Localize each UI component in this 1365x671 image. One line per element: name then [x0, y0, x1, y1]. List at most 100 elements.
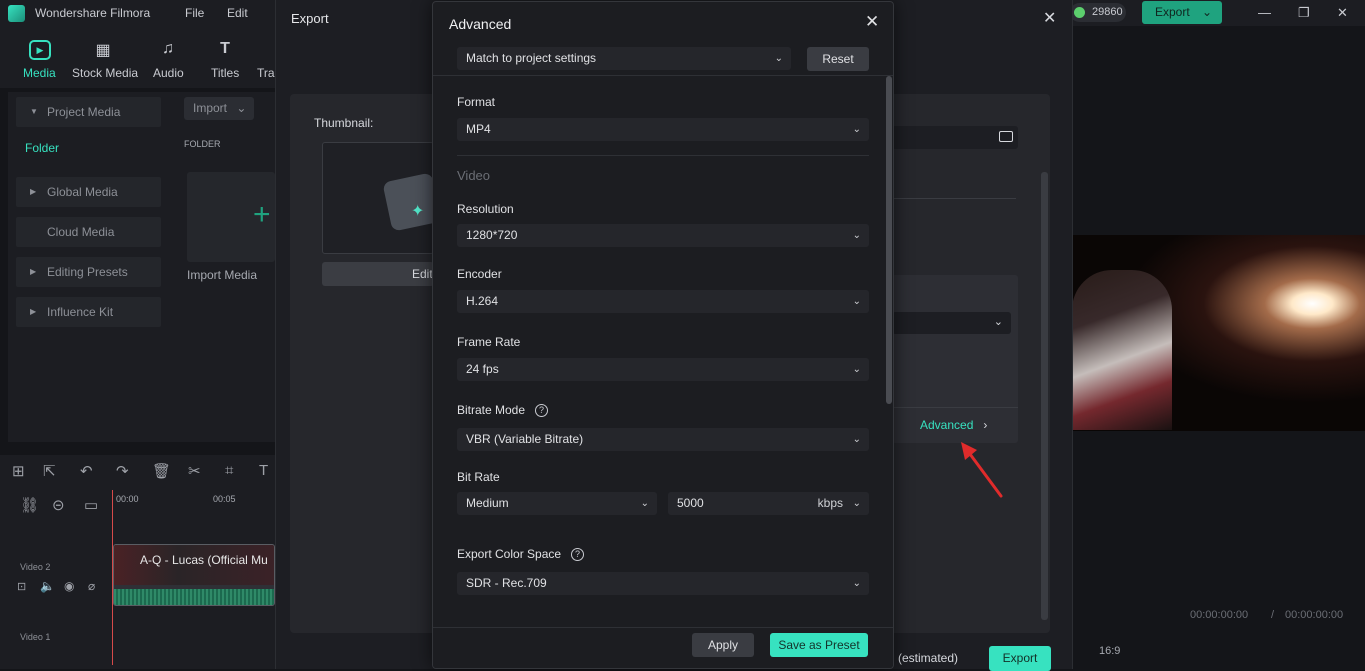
- chevron-down-icon: ⌄: [852, 434, 861, 445]
- encoder-select[interactable]: H.264 ⌄: [457, 290, 869, 313]
- advanced-link[interactable]: Advanced ›: [920, 418, 987, 432]
- divider: [433, 75, 893, 76]
- red-arrow-annotation: [961, 442, 1003, 498]
- select-tool-icon[interactable]: ⇱: [43, 462, 56, 480]
- chevron-down-icon: ⌄: [852, 124, 861, 135]
- delete-icon[interactable]: 🗑: [152, 462, 171, 480]
- encoder-label: Encoder: [457, 267, 502, 281]
- app-title: Wondershare Filmora: [35, 6, 151, 20]
- save-as-preset-button[interactable]: Save as Preset: [770, 633, 868, 657]
- import-button[interactable]: Import ⌄: [184, 97, 254, 120]
- restore-icon[interactable]: ❐: [1298, 5, 1310, 21]
- thumbnail-edit-button[interactable]: Edit: [322, 262, 434, 286]
- sidebar-item-editing-presets[interactable]: ▶ Editing Presets: [16, 257, 161, 287]
- help-icon[interactable]: ?: [535, 404, 549, 418]
- track-audio-icon[interactable]: 🔈: [40, 579, 55, 593]
- thumbnail-label: Thumbnail:: [314, 116, 374, 130]
- redo-icon[interactable]: ↷: [116, 462, 129, 480]
- credits-icon: [1074, 7, 1085, 18]
- crop-icon[interactable]: ⌗: [225, 462, 233, 479]
- top-export-button[interactable]: Export ⌄: [1142, 1, 1222, 24]
- tab-media[interactable]: Media: [23, 66, 56, 80]
- export-button[interactable]: Export: [989, 646, 1051, 671]
- caret-right-icon: ▶: [30, 267, 37, 276]
- track-label-video-2: Video 2: [20, 562, 51, 572]
- bit-rate-level-select[interactable]: Medium ⌄: [457, 492, 657, 515]
- folder-header: FOLDER: [184, 139, 221, 149]
- tab-transitions[interactable]: Tra: [257, 66, 275, 80]
- track-visibility-icon[interactable]: ◉: [64, 579, 74, 593]
- reset-button[interactable]: Reset: [807, 47, 869, 71]
- preset-select[interactable]: Match to project settings ⌄: [457, 47, 791, 70]
- export-close-icon[interactable]: ✕: [1043, 8, 1056, 28]
- cut-icon[interactable]: ✂: [188, 462, 201, 480]
- track-mute-icon[interactable]: ⌀: [88, 579, 95, 593]
- chevron-down-icon: ⌄: [852, 578, 861, 589]
- import-media-label: Import Media: [187, 268, 258, 282]
- minimize-icon[interactable]: —: [1258, 5, 1271, 20]
- format-select[interactable]: MP4 ⌄: [457, 118, 869, 141]
- bit-rate-value-input[interactable]: 5000 kbps ⌄: [668, 492, 869, 515]
- chevron-down-icon: ⌄: [774, 53, 783, 64]
- media-icon: ▶: [29, 40, 51, 60]
- menu-file[interactable]: File: [185, 6, 204, 20]
- filmora-logo-icon: [8, 5, 25, 22]
- preview-figure: [1072, 270, 1172, 430]
- sidebar-item-global-media[interactable]: ▶ Global Media: [16, 177, 161, 207]
- undo-icon[interactable]: ↶: [80, 462, 93, 480]
- bit-rate-label: Bit Rate: [457, 470, 500, 484]
- tab-titles[interactable]: Titles: [211, 66, 239, 80]
- thumbnail-placeholder-icon: [382, 172, 433, 232]
- aspect-ratio-select[interactable]: 16:9: [1099, 645, 1120, 657]
- tab-stock-media[interactable]: Stock Media: [72, 66, 138, 80]
- advanced-scrollbar[interactable]: [886, 76, 892, 404]
- marker-icon[interactable]: ▭: [84, 496, 98, 514]
- audio-waveform: [114, 589, 274, 605]
- caret-down-icon: ▼: [30, 107, 38, 116]
- text-tool-icon[interactable]: T: [259, 462, 268, 479]
- menu-edit[interactable]: Edit: [227, 6, 248, 20]
- sidebar-item-cloud-media[interactable]: Cloud Media: [16, 217, 161, 247]
- unlink-icon[interactable]: ⛓: [20, 496, 39, 514]
- sidebar-item-project-media[interactable]: ▼ Project Media: [16, 97, 161, 127]
- sidebar-item-influence-kit[interactable]: ▶ Influence Kit: [16, 297, 161, 327]
- tab-audio[interactable]: Audio: [153, 66, 184, 80]
- chevron-down-icon: ⌄: [236, 101, 247, 115]
- chevron-down-icon: ⌄: [852, 296, 861, 307]
- bit-rate-unit: kbps: [817, 496, 843, 510]
- save-path-field[interactable]: [892, 126, 1018, 149]
- caret-right-icon: ▶: [30, 307, 37, 316]
- sidebar-item-folder[interactable]: Folder: [16, 137, 161, 160]
- link-icon[interactable]: ⊝: [52, 496, 65, 514]
- export-dialog-title: Export: [291, 11, 329, 26]
- timeline-clip[interactable]: A-Q - Lucas (Official Mu: [113, 544, 275, 606]
- total-time: 00:00:00:00: [1285, 609, 1344, 621]
- thumbnail-preview: ✦: [322, 142, 434, 254]
- import-media-tile[interactable]: +: [187, 172, 275, 262]
- chevron-down-icon: ⌄: [640, 498, 649, 509]
- export-scrollbar[interactable]: [1041, 172, 1048, 620]
- frame-rate-select[interactable]: 24 fps ⌄: [457, 358, 869, 381]
- credits-badge[interactable]: 29860: [1070, 3, 1126, 22]
- resolution-select[interactable]: 1280*720 ⌄: [457, 224, 869, 247]
- resolution-label: Resolution: [457, 202, 514, 216]
- current-time: 00:00:00:00: [1190, 609, 1249, 621]
- track-lock-icon[interactable]: ⊡: [17, 580, 26, 593]
- titles-icon: T: [220, 40, 230, 57]
- timeline-ruler[interactable]: 00:00 00:05: [113, 490, 275, 512]
- advanced-dialog-title: Advanced: [449, 16, 512, 32]
- bitrate-mode-select[interactable]: VBR (Variable Bitrate) ⌄: [457, 428, 869, 451]
- quality-select[interactable]: ⌄: [892, 312, 1011, 334]
- apply-button[interactable]: Apply: [692, 633, 754, 657]
- clip-name: A-Q - Lucas (Official Mu: [140, 553, 268, 567]
- folder-icon[interactable]: [999, 131, 1013, 142]
- video-section-label: Video: [457, 168, 491, 183]
- layout-icon[interactable]: ⊞: [12, 462, 25, 480]
- chevron-right-icon: ›: [983, 418, 988, 432]
- close-window-icon[interactable]: ✕: [1337, 5, 1348, 21]
- time-separator: /: [1271, 609, 1275, 621]
- color-space-select[interactable]: SDR - Rec.709 ⌄: [457, 572, 869, 595]
- close-icon[interactable]: ✕: [865, 12, 879, 32]
- caret-right-icon: ▶: [30, 187, 37, 196]
- help-icon[interactable]: ?: [571, 548, 585, 562]
